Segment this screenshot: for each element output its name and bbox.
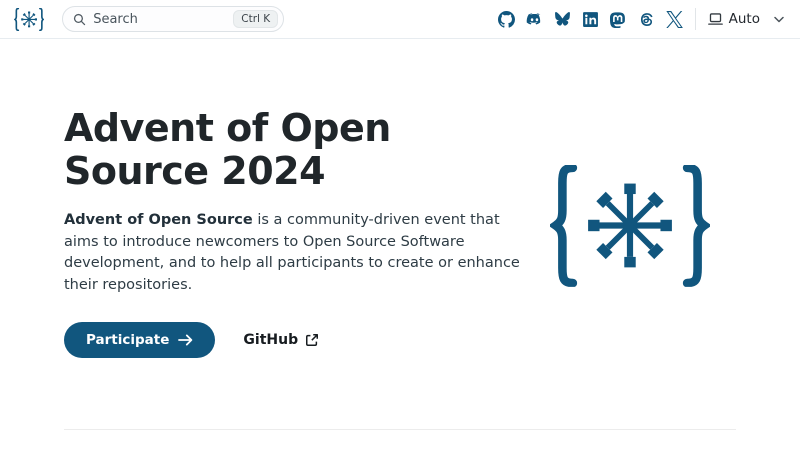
page-title: Advent of Open Source 2024 (64, 107, 504, 193)
nav-divider (695, 8, 696, 30)
arrow-right-icon (178, 334, 193, 346)
theme-switcher[interactable]: Auto (708, 11, 784, 27)
search-placeholder: Search (93, 12, 226, 27)
hero-logo-column (524, 107, 736, 287)
external-link-icon (305, 333, 319, 347)
bluesky-icon (554, 11, 571, 28)
cta-row: Participate GitHub (64, 322, 524, 358)
mastodon-link[interactable] (610, 11, 627, 28)
github-cta-link[interactable]: GitHub (243, 332, 319, 348)
x-link[interactable] (666, 11, 683, 28)
discord-link[interactable] (526, 11, 543, 28)
threads-link[interactable] (638, 11, 655, 28)
social-links (498, 11, 683, 28)
navbar: Search Ctrl K Auto (0, 0, 800, 39)
search-input[interactable]: Search Ctrl K (62, 6, 284, 32)
github-icon (498, 11, 515, 28)
participate-label: Participate (86, 332, 169, 348)
hero-description: Advent of Open Source is a community-dri… (64, 210, 522, 297)
hero-section: Advent of Open Source 2024 Advent of Ope… (0, 107, 800, 358)
search-icon (73, 13, 86, 26)
section-divider (64, 429, 736, 430)
github-cta-label: GitHub (243, 332, 298, 348)
linkedin-link[interactable] (582, 11, 599, 28)
x-icon (666, 11, 683, 28)
hero-description-lead: Advent of Open Source (64, 212, 253, 228)
hero-text-column: Advent of Open Source 2024 Advent of Ope… (64, 107, 524, 358)
search-shortcut-badge: Ctrl K (233, 10, 278, 29)
participate-button[interactable]: Participate (64, 322, 215, 358)
bluesky-link[interactable] (554, 11, 571, 28)
discord-icon (526, 11, 543, 28)
theme-value: Auto (729, 11, 760, 27)
laptop-icon (708, 13, 723, 26)
main-content: Advent of Open Source 2024 Advent of Ope… (0, 107, 800, 430)
mastodon-icon (610, 11, 627, 28)
braces-snowflake-icon (14, 8, 44, 31)
github-link[interactable] (498, 11, 515, 28)
chevron-down-icon (774, 16, 784, 23)
braces-snowflake-logo (550, 165, 710, 287)
threads-icon (638, 11, 655, 28)
site-logo[interactable] (14, 8, 44, 31)
linkedin-icon (582, 11, 599, 28)
